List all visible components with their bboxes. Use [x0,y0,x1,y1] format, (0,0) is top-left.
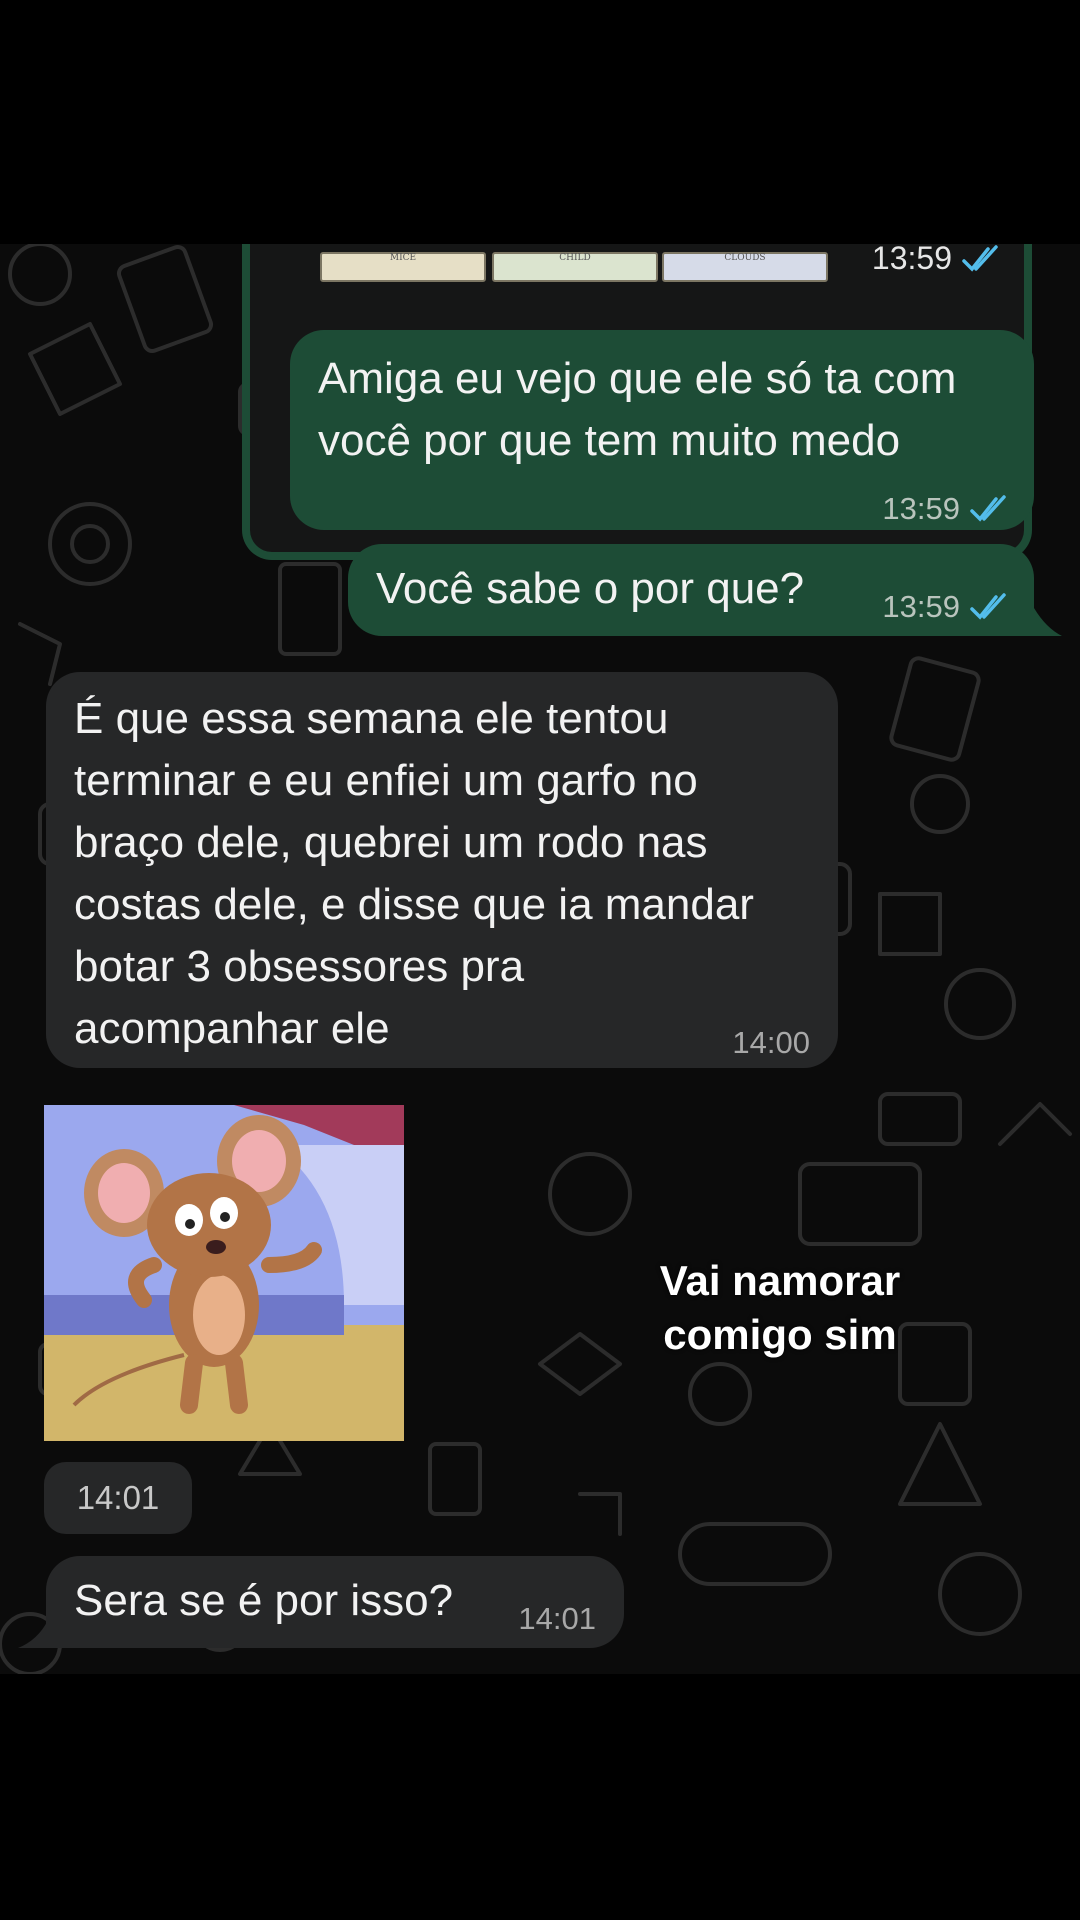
message-incoming[interactable]: É que essa semana ele tentou terminar e … [46,672,838,1068]
tarot-card: MICE [320,252,486,282]
message-time: 14:01 [76,1479,160,1516]
message-time: 14:00 [732,1025,810,1060]
sticker-time: 14:01 [44,1462,192,1534]
message-time: 14:01 [518,1601,596,1636]
message-meta: 13:59 [872,244,1004,277]
caption-line: comigo sim [663,1311,897,1358]
double-check-read-icon [970,593,1006,620]
message-meta: 13:59 [882,478,1012,540]
caption-line: Vai namorar [659,1257,901,1304]
message-meta: 14:00 [732,1012,810,1074]
card-label: CHILD [559,253,591,263]
chat-message-list[interactable]: MICE CHILD CLOUDS 13:59 Amiga eu vejo qu… [0,244,1080,1674]
tarot-card: CLOUDS [662,252,828,282]
double-check-read-icon [970,495,1006,522]
message-text: Você sabe o por que? [376,564,805,613]
message-text: É que essa semana ele tentou terminar e … [74,694,754,1053]
bubble-tail [1034,608,1062,636]
mouse-cartoon-image [44,1105,404,1441]
message-meta: 13:59 [882,576,1012,638]
message-time: 13:59 [871,244,952,276]
sticker-image[interactable] [44,1105,404,1441]
message-time: 13:59 [882,589,960,624]
card-label: CLOUDS [724,253,766,263]
message-time: 13:59 [882,491,960,526]
phone-screen: MICE CHILD CLOUDS 13:59 Amiga eu vejo qu… [0,0,1080,1920]
bubble-tail [18,1620,48,1648]
tarot-card: CHILD [492,252,658,282]
message-outgoing[interactable]: Amiga eu vejo que ele só ta com você por… [290,330,1034,530]
message-text: Amiga eu vejo que ele só ta com você por… [318,354,957,465]
sticker-caption: Vai namorar comigo sim [620,1254,940,1362]
message-outgoing[interactable]: Você sabe o por que? 13:59 [348,544,1034,636]
double-check-read-icon [962,244,998,272]
message-incoming[interactable]: Sera se é por isso? 14:01 [46,1556,624,1648]
message-meta: 14:01 [518,1588,596,1650]
card-label: MICE [389,253,417,263]
message-text: Sera se é por isso? [74,1576,454,1625]
